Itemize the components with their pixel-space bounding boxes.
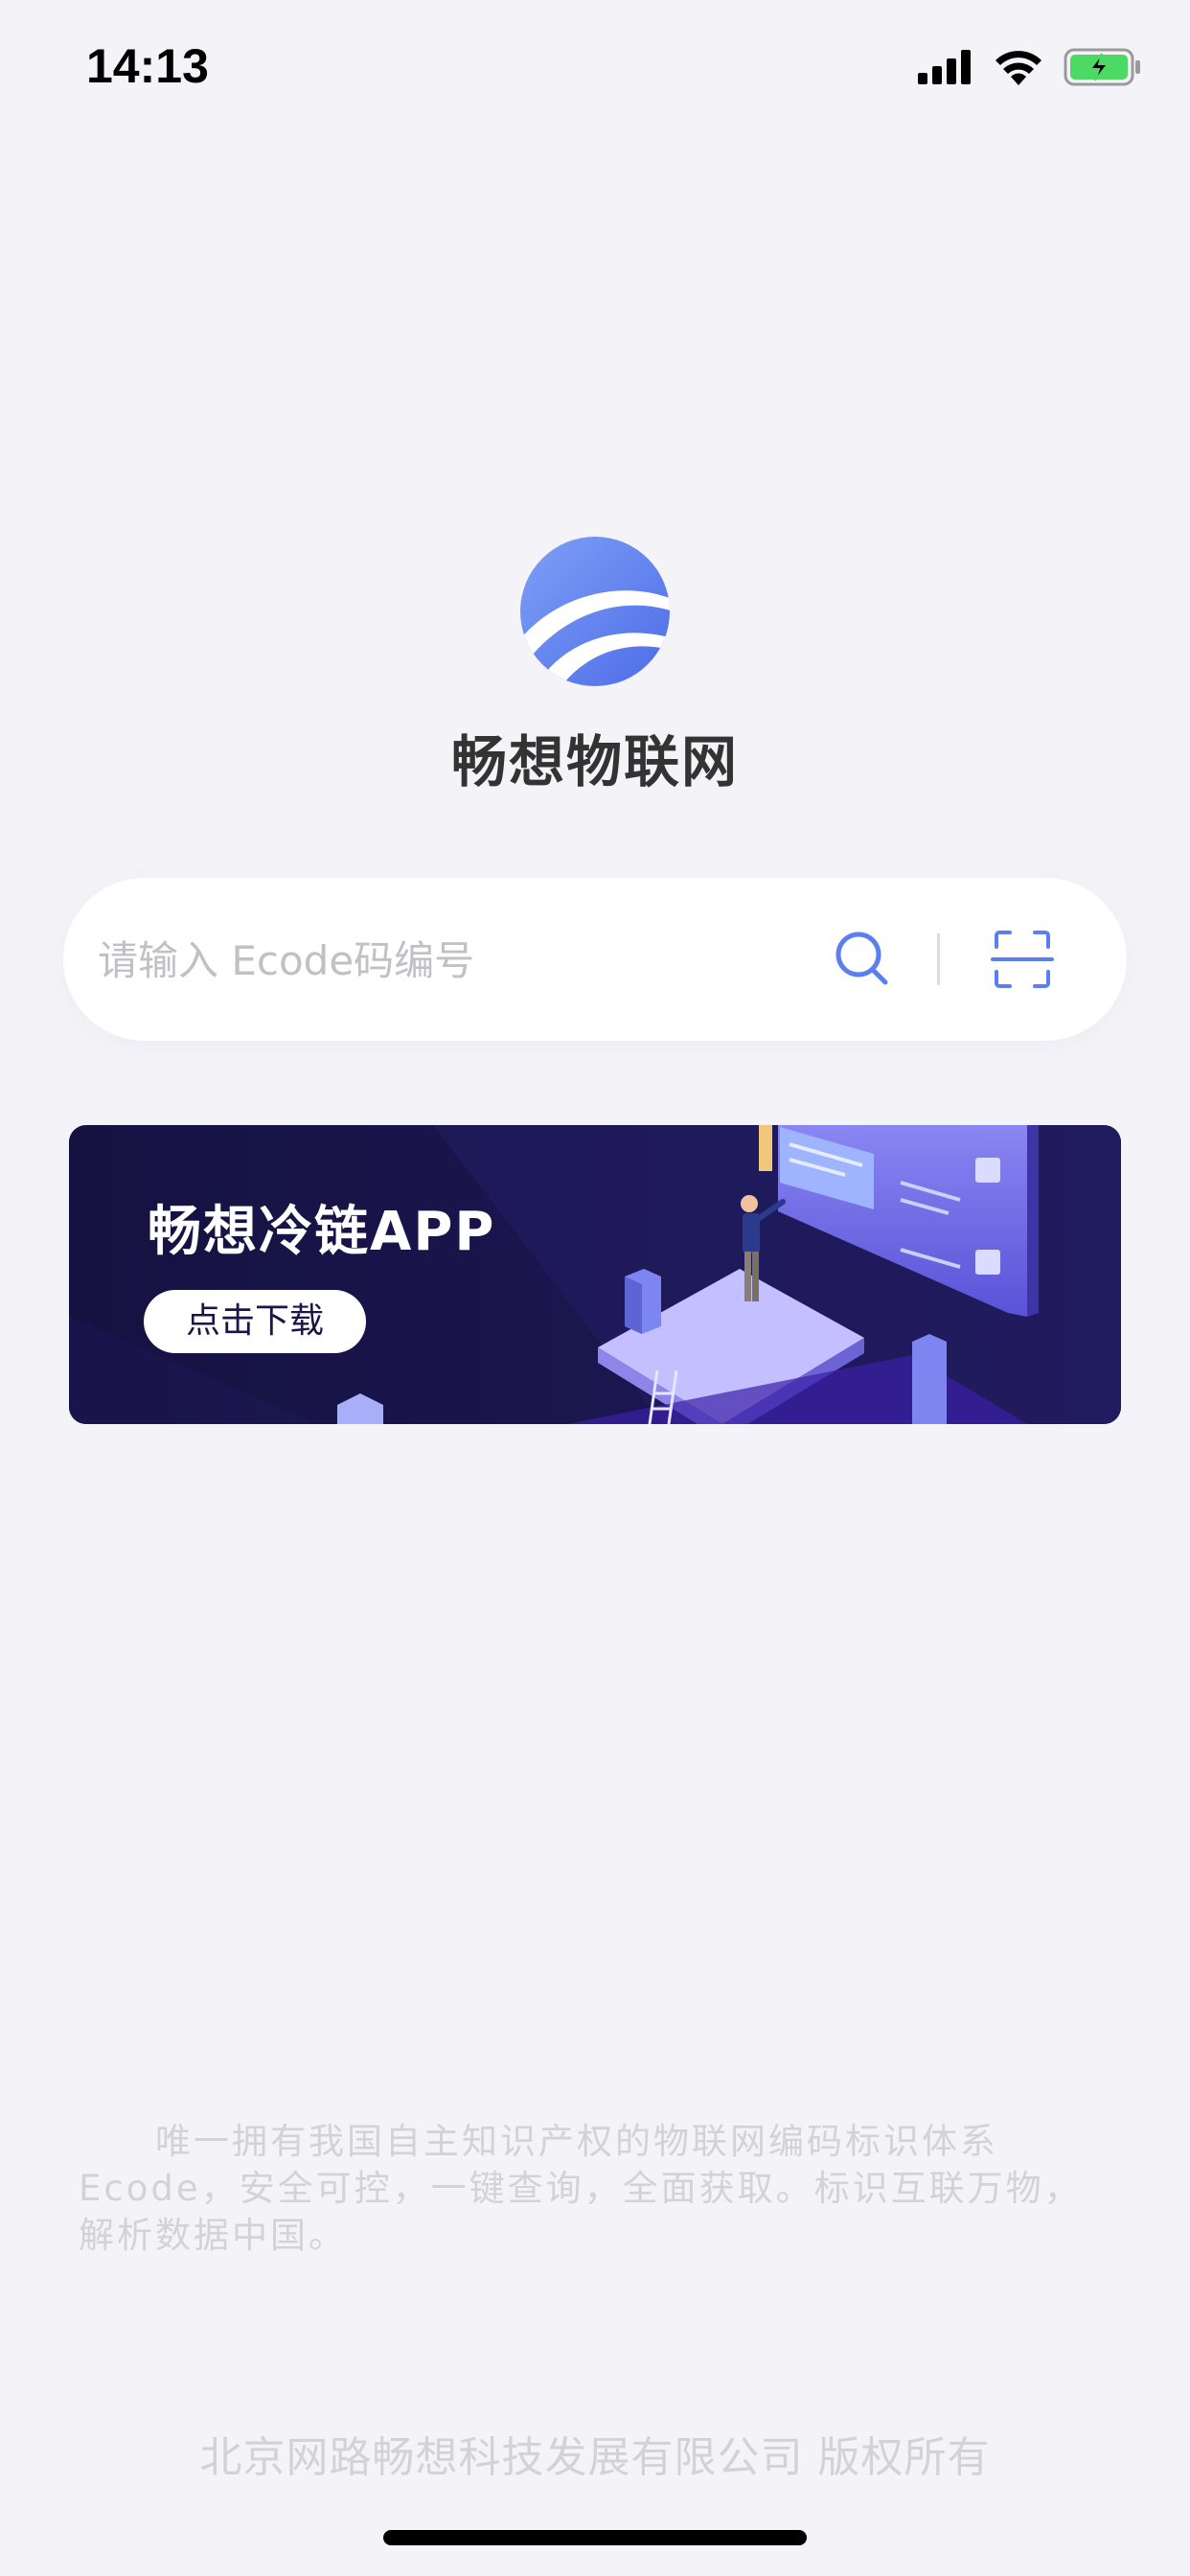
download-button[interactable]: 点击下载 [144, 1290, 366, 1353]
globe-logo-icon [520, 537, 670, 686]
battery-charging-icon [1064, 48, 1140, 86]
banner-illustration [69, 1125, 1121, 1424]
banner-title: 畅想冷链APP [148, 1201, 496, 1263]
app-name: 畅想物联网 [450, 729, 739, 794]
app-download-banner[interactable]: 畅想冷链APP 点击下载 [69, 1125, 1121, 1424]
status-icons [918, 48, 1142, 86]
app-screen: 14:13 畅想物联网 请输入 Ecode码编号 畅想冷链APP 点击下载 唯一… [0, 0, 1190, 2576]
search-bar [63, 878, 1127, 1041]
status-time: 14:13 [86, 39, 209, 93]
copyright-text: 北京网路畅想科技发展有限公司 版权所有 [199, 2433, 991, 2482]
product-description: 唯一拥有我国自主知识产权的物联网编码标识体系Ecode，安全可控，一键查询，全面… [79, 2121, 1083, 2256]
search-icon[interactable] [830, 926, 897, 993]
app-logo: 畅想物联网 [0, 537, 1190, 797]
status-bar: 14:13 [0, 0, 1190, 144]
search-divider [937, 933, 940, 985]
search-input[interactable] [96, 921, 809, 1000]
cellular-signal-icon [918, 50, 971, 84]
home-indicator[interactable] [383, 2530, 807, 2545]
scan-icon[interactable] [989, 926, 1056, 993]
wifi-icon [995, 51, 1041, 85]
